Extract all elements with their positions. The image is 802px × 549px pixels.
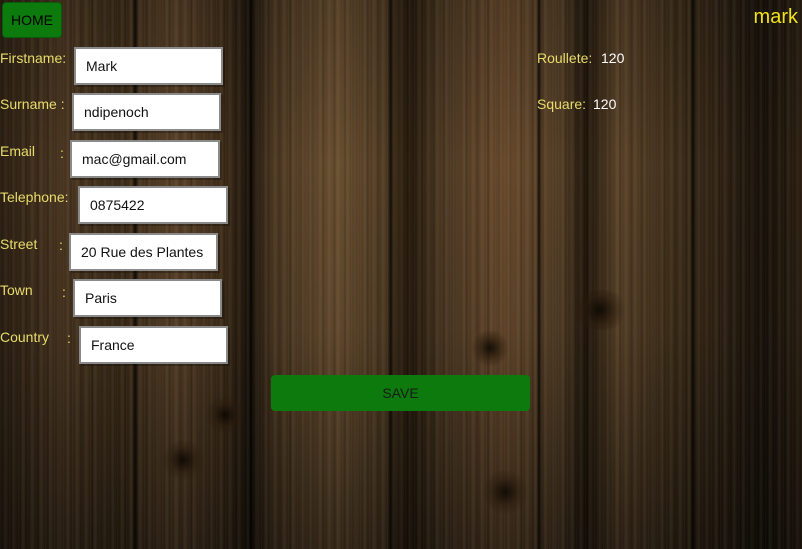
telephone-label: Telephone: xyxy=(0,189,69,205)
wood-plank-gap xyxy=(388,0,394,549)
square-score-value: 120 xyxy=(593,96,617,112)
country-input[interactable] xyxy=(79,326,228,364)
profile-page: HOME mark Firstname: Surname : Email : T… xyxy=(0,0,802,549)
square-score-label: Square: xyxy=(537,96,587,112)
wood-knot xyxy=(480,470,530,514)
wood-plank-gap xyxy=(248,0,254,549)
firstname-input[interactable] xyxy=(74,47,223,85)
street-colon: : xyxy=(59,237,63,253)
street-input[interactable] xyxy=(69,233,218,271)
firstname-label: Firstname: xyxy=(0,50,67,66)
email-label: Email xyxy=(0,143,36,159)
save-button[interactable]: SAVE xyxy=(271,375,530,411)
country-label: Country xyxy=(0,329,50,345)
town-input[interactable] xyxy=(73,279,222,317)
wood-knot xyxy=(205,395,245,435)
country-colon: : xyxy=(67,330,71,346)
wood-plank-gap xyxy=(690,0,696,549)
username-display: mark xyxy=(753,6,798,28)
surname-input[interactable] xyxy=(72,93,221,131)
telephone-input[interactable] xyxy=(78,186,228,224)
wood-knot xyxy=(470,330,510,366)
town-colon: : xyxy=(62,284,66,300)
wood-plank-gap xyxy=(536,0,542,549)
roulette-score-value: 120 xyxy=(601,50,625,66)
wood-knot xyxy=(570,290,630,330)
wood-knot xyxy=(160,440,206,480)
town-label: Town xyxy=(0,282,33,298)
email-colon: : xyxy=(60,145,64,161)
home-button[interactable]: HOME xyxy=(2,2,62,38)
roulette-score-label: Roullete: xyxy=(537,50,593,66)
email-input[interactable] xyxy=(70,140,220,178)
street-label: Street xyxy=(0,236,38,252)
surname-label: Surname : xyxy=(0,96,65,112)
